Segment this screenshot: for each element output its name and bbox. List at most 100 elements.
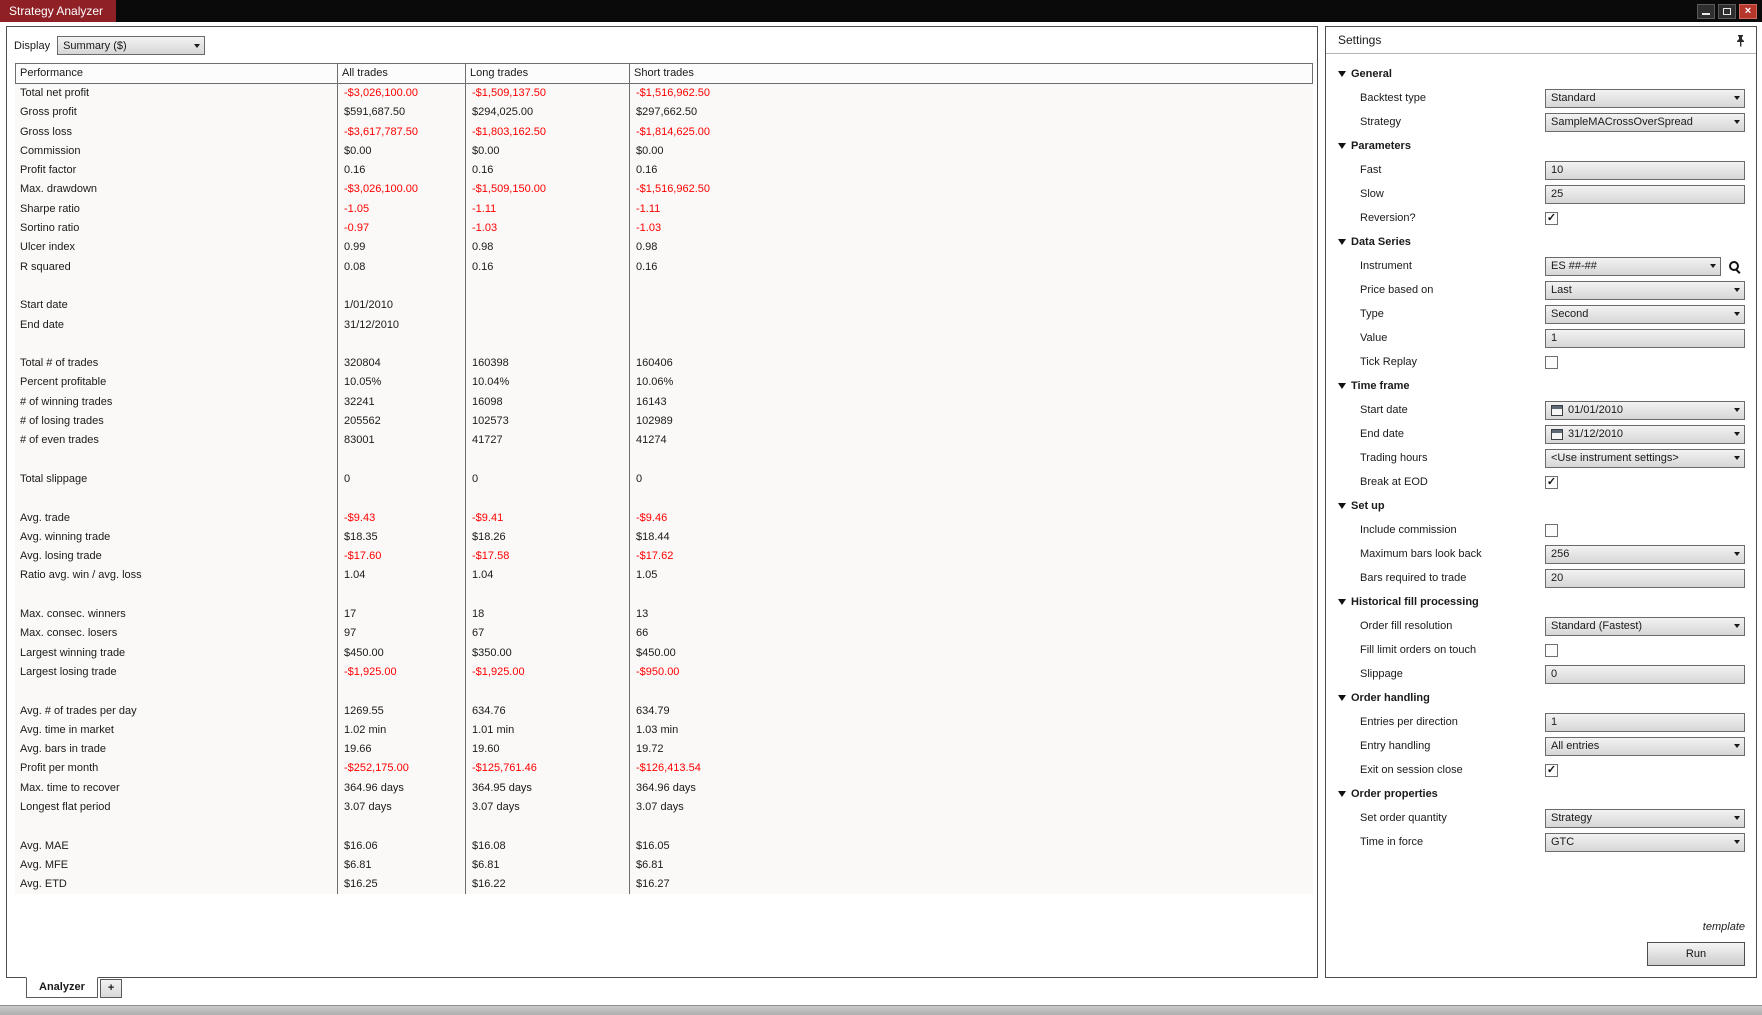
add-tab-button[interactable]: +	[99, 979, 123, 998]
slow-input[interactable]: 25	[1545, 184, 1745, 204]
type-select[interactable]: Second	[1545, 304, 1745, 324]
maximize-icon	[1723, 7, 1731, 15]
setting-label-break-at-eod: Break at EOD	[1360, 476, 1428, 488]
reversion-checkbox[interactable]: ✓	[1545, 211, 1558, 225]
metric-value: -$1,509,150.00	[465, 180, 629, 200]
metric-value: 0.08	[337, 257, 465, 277]
metric-value: 0.16	[465, 161, 629, 181]
metric-value: 1269.55	[337, 701, 465, 721]
metric-value	[337, 817, 465, 837]
metric-value: 41727	[465, 431, 629, 451]
metric-value: 83001	[337, 431, 465, 451]
section-label: Time frame	[1351, 380, 1410, 392]
time-in-force-select[interactable]: GTC	[1545, 832, 1745, 852]
report-row: Avg. ETD $16.25 $16.22 $16.27	[15, 875, 1313, 895]
run-button[interactable]: Run	[1647, 942, 1745, 966]
report-row	[15, 682, 1313, 702]
price-based-on-select[interactable]: Last	[1545, 280, 1745, 300]
slippage-input[interactable]: 0	[1545, 664, 1745, 684]
chevron-down-icon	[1734, 456, 1740, 460]
report-row: Gross loss -$3,617,787.50 -$1,803,162.50 -$…	[15, 122, 1313, 142]
exit-on-session-close-checkbox[interactable]: ✓	[1545, 763, 1558, 777]
setting-label-fast: Fast	[1360, 164, 1382, 176]
calendar-icon	[1551, 428, 1563, 440]
metric-value	[337, 276, 465, 297]
title-bar[interactable]: Strategy Analyzer ×	[0, 0, 1762, 22]
field-value: 0	[1551, 668, 1558, 680]
entries-per-direction-input[interactable]: 1	[1545, 712, 1745, 732]
settings-section-set-up[interactable]: Set up	[1338, 494, 1745, 518]
setting-label-exit-on-session-close: Exit on session close	[1360, 764, 1463, 776]
metric-label: Avg. MAE	[20, 839, 69, 852]
metric-value: 0	[465, 469, 629, 490]
trading-hours-select[interactable]: <Use instrument settings>	[1545, 448, 1745, 468]
report-row	[15, 276, 1313, 297]
tab-analyzer[interactable]: Analyzer	[26, 977, 98, 998]
performance-report-table: Performance All trades Long trades Short tr…	[15, 63, 1313, 895]
strategy-analyzer-window: Strategy Analyzer × Display Summary ($) …	[0, 0, 1762, 1015]
settings-section-data-series[interactable]: Data Series	[1338, 230, 1745, 254]
report-row	[15, 450, 1313, 470]
fast-input[interactable]: 10	[1545, 160, 1745, 180]
settings-section-general[interactable]: General	[1338, 62, 1745, 86]
metric-value: 0	[337, 469, 465, 490]
metric-value: 0.16	[629, 161, 1312, 181]
metric-value	[629, 315, 1312, 335]
metric-value: $591,687.50	[337, 103, 465, 123]
field-value: Standard	[1551, 92, 1596, 104]
metric-value	[629, 682, 1312, 702]
start-date-date-picker[interactable]: 01/01/2010	[1545, 400, 1745, 420]
close-button[interactable]: ×	[1739, 3, 1757, 19]
metric-value: 364.96 days	[629, 778, 1312, 798]
metric-value: 205562	[337, 412, 465, 432]
set-order-quantity-select[interactable]: Strategy	[1545, 808, 1745, 828]
report-row: R squared 0.08 0.16 0.16	[15, 257, 1313, 277]
metric-value: $0.00	[465, 141, 629, 162]
instrument-search-icon[interactable]	[1727, 259, 1742, 274]
metric-value: -$17.60	[337, 547, 465, 567]
instrument-select[interactable]: ES ##-##	[1545, 256, 1721, 276]
metric-label: Avg. losing trade	[20, 550, 102, 563]
strategy-select[interactable]: SampleMACrossOverSpread	[1545, 112, 1745, 132]
metric-value: -$950.00	[629, 662, 1312, 683]
backtest-type-select[interactable]: Standard	[1545, 88, 1745, 108]
metric-label: Ratio avg. win / avg. loss	[20, 569, 142, 582]
settings-section-order-properties[interactable]: Order properties	[1338, 782, 1745, 806]
report-row: Total slippage 0 0 0	[15, 469, 1313, 490]
metric-label: Total # of trades	[20, 357, 99, 370]
report-row: # of losing trades 205562 102573 102989	[15, 412, 1313, 432]
metric-value: $450.00	[337, 643, 465, 663]
minimize-button[interactable]	[1697, 3, 1715, 19]
include-commission-checkbox[interactable]	[1545, 523, 1558, 537]
metric-value	[629, 489, 1312, 509]
metric-value: 10.06%	[629, 373, 1312, 393]
fill-limit-orders-on-touch-checkbox[interactable]	[1545, 643, 1558, 657]
order-fill-resolution-select[interactable]: Standard (Fastest)	[1545, 616, 1745, 636]
setting-label-include-commission: Include commission	[1360, 524, 1457, 536]
report-row: # of winning trades 32241 16098 16143	[15, 392, 1313, 413]
analyzer-report-panel: Display Summary ($) Performance All trade…	[6, 26, 1318, 978]
end-date-date-picker[interactable]: 31/12/2010	[1545, 424, 1745, 444]
settings-section-time-frame[interactable]: Time frame	[1338, 374, 1745, 398]
field-value: 31/12/2010	[1568, 428, 1624, 440]
metric-value: $16.27	[629, 875, 1312, 895]
maximize-button[interactable]	[1718, 3, 1736, 19]
display-selector[interactable]: Summary ($)	[57, 36, 206, 55]
pin-icon[interactable]	[1735, 34, 1746, 47]
break-at-eod-checkbox[interactable]: ✓	[1545, 475, 1558, 489]
metric-value	[337, 334, 465, 355]
settings-section-parameters[interactable]: Parameters	[1338, 134, 1745, 158]
metric-value	[465, 296, 629, 316]
metric-value: 1.03 min	[629, 720, 1312, 741]
value-input[interactable]: 1	[1545, 328, 1745, 348]
metric-value	[465, 682, 629, 702]
bars-required-to-trade-input[interactable]: 20	[1545, 568, 1745, 588]
metric-value	[465, 276, 629, 297]
tick-replay-checkbox[interactable]	[1545, 355, 1558, 369]
entry-handling-select[interactable]: All entries	[1545, 736, 1745, 756]
settings-section-order-handling[interactable]: Order handling	[1338, 686, 1745, 710]
template-link[interactable]: template	[1703, 921, 1745, 933]
column-header-long-trades: Long trades	[465, 64, 629, 83]
settings-section-historical-fill-processing[interactable]: Historical fill processing	[1338, 590, 1745, 614]
maximum-bars-look-back-select[interactable]: 256	[1545, 544, 1745, 564]
